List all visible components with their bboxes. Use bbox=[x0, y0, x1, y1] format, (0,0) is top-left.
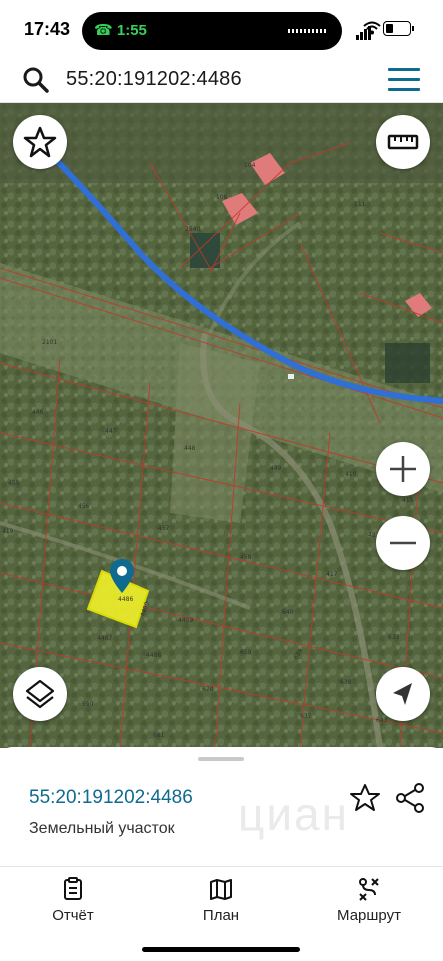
tab-route[interactable]: Маршрут bbox=[314, 877, 424, 924]
svg-text:670: 670 bbox=[202, 686, 214, 693]
home-indicator[interactable] bbox=[142, 947, 300, 952]
audio-waveform-icon bbox=[288, 29, 328, 33]
battery-icon bbox=[383, 21, 414, 36]
star-outline-icon bbox=[23, 126, 57, 158]
svg-text:410: 410 bbox=[345, 471, 357, 478]
search-icon[interactable] bbox=[22, 66, 50, 94]
svg-text:590: 590 bbox=[82, 701, 94, 708]
zoom-out-button[interactable] bbox=[376, 516, 430, 570]
svg-text:417: 417 bbox=[326, 571, 338, 578]
search-input[interactable]: 55:20:191202:4486 bbox=[66, 68, 242, 91]
navigation-arrow-icon bbox=[393, 683, 412, 705]
svg-text:448: 448 bbox=[184, 445, 196, 452]
svg-text:457: 457 bbox=[158, 525, 170, 532]
layers-button[interactable] bbox=[13, 667, 67, 721]
tab-plan-label: План bbox=[202, 907, 240, 924]
sheet-drag-handle[interactable] bbox=[198, 757, 244, 761]
plus-icon bbox=[390, 456, 416, 482]
svg-text:111: 111 bbox=[354, 201, 366, 208]
search-bar[interactable]: 55:20:191202:4486 bbox=[0, 58, 443, 103]
svg-text:458: 458 bbox=[240, 554, 252, 561]
report-icon bbox=[64, 877, 82, 900]
phone-icon: ☎ bbox=[94, 22, 113, 39]
svg-text:4487: 4487 bbox=[97, 635, 112, 642]
svg-text:104: 104 bbox=[244, 162, 256, 169]
svg-text:659: 659 bbox=[240, 649, 252, 656]
parcel-label: 4486 bbox=[118, 596, 133, 603]
tab-route-label: Маршрут bbox=[337, 907, 401, 924]
star-icon[interactable] bbox=[348, 781, 382, 815]
svg-text:108: 108 bbox=[216, 194, 228, 201]
call-timer: 1:55 bbox=[116, 22, 147, 39]
svg-text:638: 638 bbox=[340, 679, 352, 686]
share-icon[interactable] bbox=[393, 781, 427, 815]
tab-plan[interactable]: План bbox=[166, 877, 276, 924]
svg-text:456: 456 bbox=[78, 503, 90, 510]
favorite-map-button[interactable] bbox=[13, 115, 67, 169]
svg-text:449: 449 bbox=[270, 465, 282, 472]
svg-text:4488: 4488 bbox=[146, 652, 161, 659]
zoom-in-button[interactable] bbox=[376, 442, 430, 496]
dynamic-island-call[interactable]: ☎ 1:55 bbox=[82, 12, 342, 50]
svg-text:415: 415 bbox=[402, 497, 414, 504]
menu-icon[interactable] bbox=[388, 68, 420, 92]
status-bar: 17:43 ☎ 1:55 bbox=[0, 0, 443, 58]
wifi-icon bbox=[363, 21, 381, 35]
svg-text:681: 681 bbox=[153, 732, 165, 739]
route-icon bbox=[359, 878, 379, 901]
parcel-info-sheet[interactable]: циан 55:20:191202:4486 Земельный участок bbox=[0, 747, 443, 867]
svg-text:640: 640 bbox=[282, 609, 294, 616]
ruler-button[interactable] bbox=[376, 115, 430, 169]
call-indicator: ☎ 1:55 bbox=[94, 21, 147, 39]
minus-icon bbox=[390, 541, 416, 545]
satellite-map[interactable]: 4486 104 108 111 2540 2101 446 447 448 4… bbox=[0, 103, 443, 748]
layers-icon bbox=[25, 679, 55, 709]
bottom-tab-bar: Отчёт План Маршрут bbox=[0, 866, 443, 961]
svg-text:633: 633 bbox=[388, 634, 400, 641]
svg-text:447: 447 bbox=[105, 428, 117, 435]
map-plan-icon bbox=[210, 879, 232, 900]
cadastral-map[interactable]: 4486 104 108 111 2540 2101 446 447 448 4… bbox=[0, 103, 443, 748]
ruler-icon bbox=[387, 134, 419, 150]
watermark-logo: циан bbox=[238, 788, 350, 840]
clock: 17:43 bbox=[24, 19, 71, 39]
my-location-button[interactable] bbox=[376, 667, 430, 721]
svg-text:2540: 2540 bbox=[185, 226, 200, 233]
svg-text:455: 455 bbox=[8, 480, 20, 487]
svg-text:637: 637 bbox=[300, 713, 312, 720]
parcel-type: Земельный участок bbox=[29, 820, 175, 837]
svg-text:419: 419 bbox=[2, 528, 14, 535]
svg-text:446: 446 bbox=[32, 409, 44, 416]
svg-text:4489: 4489 bbox=[178, 617, 193, 624]
svg-text:2101: 2101 bbox=[42, 339, 57, 346]
parcel-cadastral-number[interactable]: 55:20:191202:4486 bbox=[29, 787, 193, 809]
tab-report-label: Отчёт bbox=[52, 907, 94, 924]
tab-report[interactable]: Отчёт bbox=[18, 877, 128, 924]
